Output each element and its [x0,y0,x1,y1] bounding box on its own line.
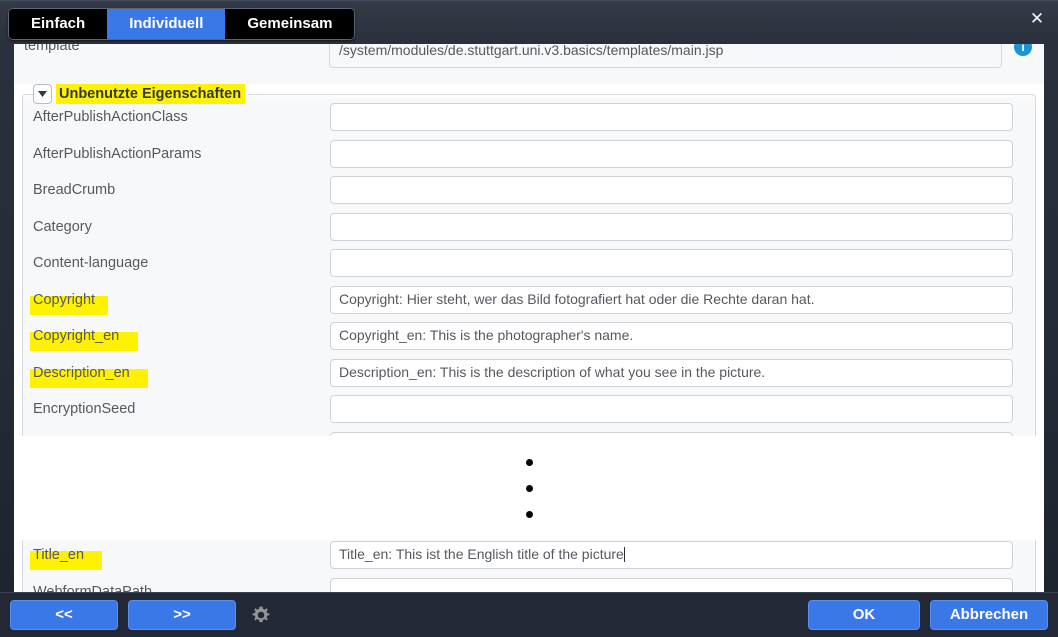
property-input[interactable]: Copyright: Hier steht, wer das Bild foto… [330,285,1013,314]
chevron-down-icon[interactable] [33,84,52,104]
property-input[interactable]: Description_en: This is the description … [330,358,1013,387]
ellipsis-dot [525,510,533,518]
property-input-title-en-text: Title_en: This ist the English title of … [339,546,624,563]
property-label: Category [23,219,330,235]
property-label: EncryptionSeed [23,401,330,417]
property-label: Title_en [23,547,330,571]
property-input[interactable] [330,103,1013,132]
ok-button[interactable]: OK [808,600,920,630]
tab-einfach[interactable]: Einfach [9,9,108,39]
property-row-template: template /system/modules/de.stuttgart.un… [14,44,1044,85]
next-button[interactable]: >> [128,600,236,630]
property-label: Copyright_en [23,328,330,352]
property-row: Description_en Description_en: This is t… [23,354,1035,391]
property-label-text: EncryptionSeed [33,401,136,418]
property-input[interactable] [330,395,1013,424]
property-row: WebformDataPath [23,573,1035,592]
ellipsis-dot [525,484,533,492]
property-label-text: Copyright [33,291,96,308]
property-row: EncryptionSeed [23,391,1035,428]
property-row: AfterPublishActionClass [23,99,1035,136]
property-label: Content-language [23,255,330,271]
tab-gemeinsam[interactable]: Gemeinsam [225,9,355,39]
property-label: AfterPublishActionClass [23,109,330,125]
property-label-text: Content-language [33,255,149,272]
info-icon[interactable]: i [1014,44,1032,56]
gear-icon[interactable] [250,604,272,626]
ellipsis-dot [525,458,533,466]
dialog-body: template /system/modules/de.stuttgart.un… [14,44,1044,592]
property-label-text: Copyright_en [33,328,120,345]
vertical-ellipsis [14,436,1044,540]
property-label-text: BreadCrumb [33,182,116,199]
tab-group: Einfach Individuell Gemeinsam [8,8,356,40]
property-input[interactable] [330,176,1013,205]
property-row: Copyright Copyright: Hier steht, wer das… [23,281,1035,318]
property-input-title-en[interactable]: Title_en: This ist the English title of … [330,541,1013,570]
property-row: BreadCrumb [23,172,1035,209]
property-label: Description_en [23,364,330,388]
close-icon[interactable]: ✕ [1022,5,1052,33]
properties-scroll-area[interactable]: template /system/modules/de.stuttgart.un… [14,44,1044,592]
text-cursor [623,547,625,563]
property-row: AfterPublishActionParams [23,135,1035,172]
fieldset-legend-label: Unbenutzte Eigenschaften [57,85,245,103]
properties-dialog: Einfach Individuell Gemeinsam ✕ template… [0,0,1058,637]
fieldset-legend: Unbenutzte Eigenschaften [33,84,249,104]
property-label-text: AfterPublishActionClass [33,109,188,126]
footer-actions: OK Abbrechen [808,600,1048,630]
property-row: Title_en Title_en: This ist the English … [23,537,1035,574]
property-row: Copyright_en Copyright_en: This is the p… [23,318,1035,355]
property-value-template[interactable]: /system/modules/de.stuttgart.uni.v3.basi… [329,44,1002,68]
cancel-button[interactable]: Abbrechen [930,600,1048,630]
property-row: Content-language [23,245,1035,282]
property-label: WebformDataPath [23,584,330,592]
property-label: BreadCrumb [23,182,330,198]
property-input[interactable] [330,212,1013,241]
property-label-template: template [24,44,80,54]
property-label: Copyright [23,291,330,315]
property-input[interactable] [330,577,1013,592]
dialog-titlebar: Einfach Individuell Gemeinsam ✕ [0,0,1058,44]
property-label-text: Description_en [33,364,130,381]
property-label: AfterPublishActionParams [23,146,330,162]
property-input[interactable] [330,139,1013,168]
tab-individuell[interactable]: Individuell [107,9,226,39]
property-label-text: WebformDataPath [33,583,153,592]
property-label-text: Category [33,218,92,235]
property-input[interactable] [330,249,1013,278]
dialog-footer: << >> OK Abbrechen [0,592,1058,637]
property-label-text: AfterPublishActionParams [33,145,202,162]
previous-button[interactable]: << [10,600,118,630]
property-input[interactable]: Copyright_en: This is the photographer's… [330,322,1013,351]
property-row: Category [23,208,1035,245]
property-label-text: Title_en [33,547,85,564]
